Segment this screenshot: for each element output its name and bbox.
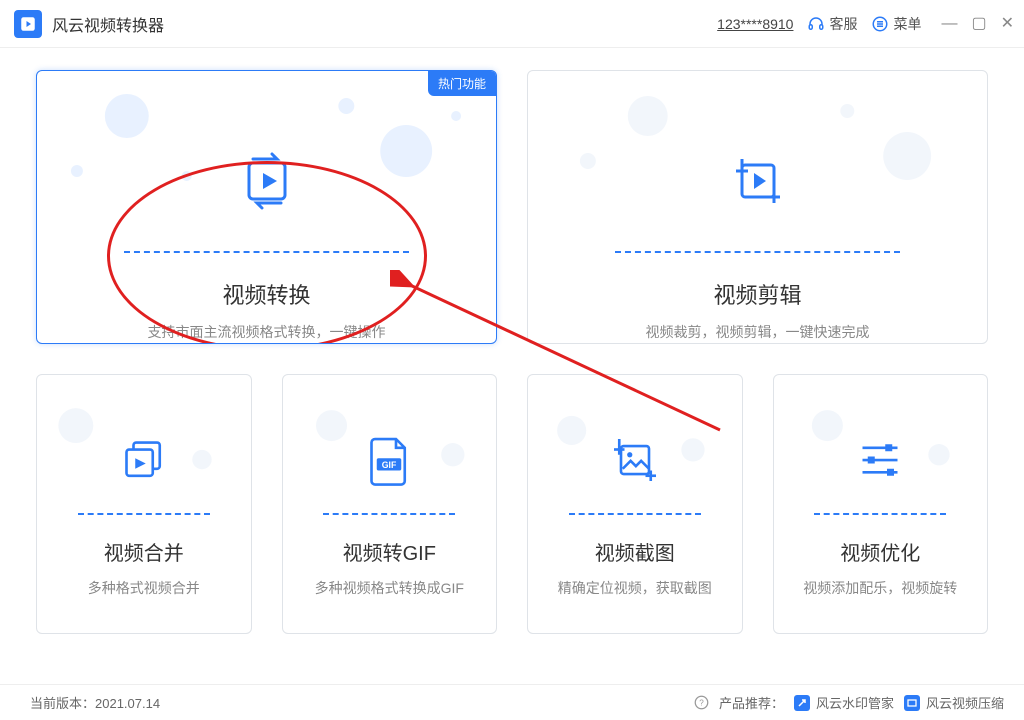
card-title: 视频合并	[104, 537, 184, 566]
card-title: 视频转GIF	[343, 537, 436, 566]
menu-label: 菜单	[893, 14, 921, 34]
merge-icon	[109, 425, 179, 495]
divider-line	[615, 251, 900, 253]
version-label: 当前版本：	[30, 696, 95, 711]
footer-right: ? 产品推荐： 风云水印管家 风云视频压缩	[694, 693, 1004, 712]
titlebar-right: 123****8910 客服 菜单 — ▢ ✕	[717, 14, 1014, 34]
menu-icon	[871, 15, 889, 33]
app-title: 风云视频转换器	[52, 12, 164, 36]
card-video-screenshot[interactable]: 视频截图 精确定位视频，获取截图	[527, 374, 743, 634]
recommend-icon	[794, 695, 810, 711]
recommend-link-2[interactable]: 风云视频压缩	[904, 693, 1004, 712]
card-video-merge[interactable]: 视频合并 多种格式视频合并	[36, 374, 252, 634]
card-desc: 视频裁剪，视频剪辑，一键快速完成	[646, 322, 870, 342]
svg-text:?: ?	[699, 699, 704, 708]
card-video-edit[interactable]: 视频剪辑 视频裁剪，视频剪辑，一键快速完成	[527, 70, 988, 344]
card-desc: 精确定位视频，获取截图	[558, 578, 712, 598]
main-area: 热门功能 视频转换 支持市面主流视频格式转换，一键操作	[0, 48, 1024, 676]
support-label: 客服	[829, 14, 857, 34]
divider-line	[124, 251, 409, 253]
version-info: 当前版本：2021.07.14	[30, 693, 160, 712]
divider-line	[569, 513, 701, 515]
divider-line	[814, 513, 946, 515]
card-title: 视频优化	[840, 537, 920, 566]
recommend-link-1[interactable]: 风云水印管家	[794, 693, 894, 712]
headset-icon	[807, 15, 825, 33]
card-title: 视频转换	[222, 278, 310, 310]
sliders-icon	[845, 425, 915, 495]
window-controls: — ▢ ✕	[941, 16, 1014, 32]
maximize-button[interactable]: ▢	[971, 16, 986, 32]
gif-tag-text: GIF	[382, 460, 397, 470]
card-video-gif[interactable]: GIF 视频转GIF 多种视频格式转换成GIF	[282, 374, 498, 634]
app-logo-icon	[14, 10, 42, 38]
account-id[interactable]: 123****8910	[717, 16, 793, 32]
badge-hot: 热门功能	[428, 71, 496, 96]
row-top: 热门功能 视频转换 支持市面主流视频格式转换，一键操作	[36, 70, 988, 344]
close-button[interactable]: ✕	[1001, 16, 1014, 32]
card-title: 视频剪辑	[713, 278, 801, 310]
card-video-optimize[interactable]: 视频优化 视频添加配乐，视频旋转	[773, 374, 989, 634]
help-icon[interactable]: ?	[694, 695, 709, 710]
edit-icon	[718, 141, 798, 221]
footer: 当前版本：2021.07.14 ? 产品推荐： 风云水印管家 风云视频压缩	[0, 684, 1024, 720]
minimize-button[interactable]: —	[941, 16, 957, 32]
gif-icon: GIF	[354, 425, 424, 495]
recommend-icon	[904, 695, 920, 711]
recommend-text: 风云视频压缩	[926, 693, 1004, 712]
divider-line	[78, 513, 210, 515]
divider-line	[323, 513, 455, 515]
card-video-convert[interactable]: 热门功能 视频转换 支持市面主流视频格式转换，一键操作	[36, 70, 497, 344]
convert-icon	[227, 141, 307, 221]
row-bottom: 视频合并 多种格式视频合并 GIF 视频转GIF 多种视频格式转换成GIF	[36, 374, 988, 634]
menu-button[interactable]: 菜单	[871, 14, 921, 34]
card-desc: 支持市面主流视频格式转换，一键操作	[148, 322, 386, 342]
screenshot-icon	[600, 425, 670, 495]
recommend-text: 风云水印管家	[816, 693, 894, 712]
version-value: 2021.07.14	[95, 696, 160, 711]
titlebar: 风云视频转换器 123****8910 客服 菜单 — ▢ ✕	[0, 0, 1024, 48]
card-title: 视频截图	[595, 537, 675, 566]
card-desc: 多种视频格式转换成GIF	[315, 578, 464, 598]
card-desc: 视频添加配乐，视频旋转	[803, 578, 957, 598]
support-button[interactable]: 客服	[807, 14, 857, 34]
card-desc: 多种格式视频合并	[88, 578, 200, 598]
recommend-label: 产品推荐：	[719, 693, 784, 712]
titlebar-left: 风云视频转换器	[14, 10, 164, 38]
